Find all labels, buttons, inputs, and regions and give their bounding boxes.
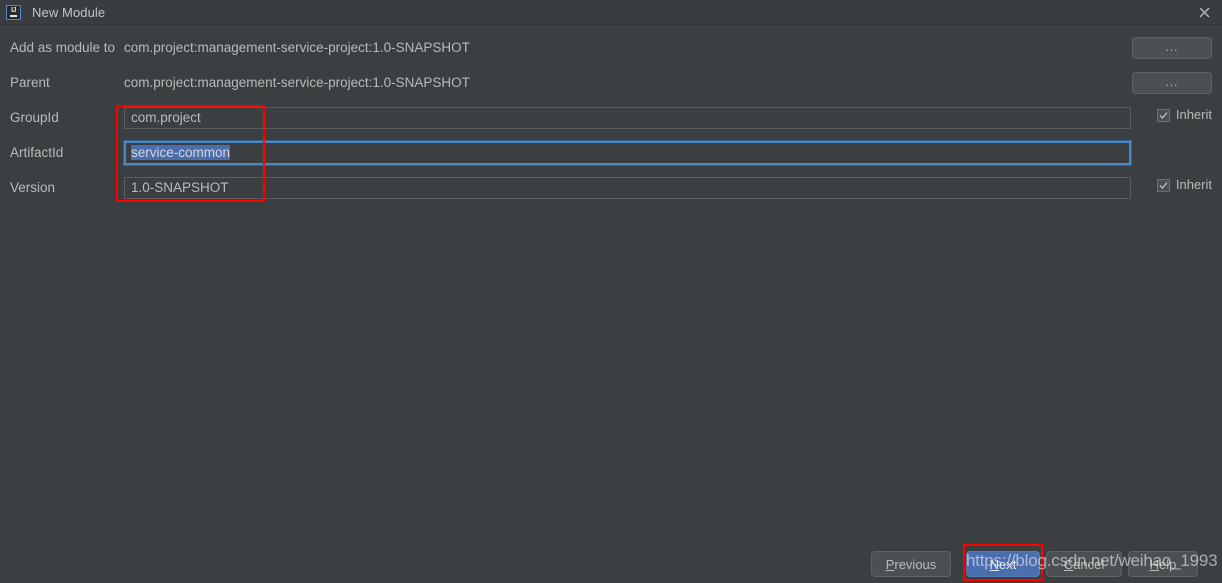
row-add-as-module-to: Add as module to com.project:management-… (0, 35, 1222, 61)
row-parent: Parent com.project:management-service-pr… (0, 70, 1222, 96)
groupid-inherit-checkbox[interactable]: Inherit (1156, 107, 1212, 123)
label-artifactid: ArtifactId (10, 145, 64, 160)
next-button-mnemonic: N (989, 556, 1000, 572)
artifactid-input-value: service-common (131, 145, 231, 160)
help-button[interactable]: Help (1128, 551, 1198, 577)
groupid-inherit-label: Inherit (1175, 107, 1212, 122)
version-inherit-checkbox[interactable]: Inherit (1156, 177, 1212, 193)
cancel-button[interactable]: Cancel (1046, 551, 1122, 577)
previous-button[interactable]: Previous (871, 551, 951, 577)
previous-button-label: revious (894, 556, 937, 572)
intellij-idea-icon-text: IJ (11, 6, 16, 14)
close-icon[interactable] (1194, 3, 1214, 21)
version-inherit-label: Inherit (1175, 177, 1212, 192)
row-artifactid: ArtifactId service-common (0, 140, 1222, 166)
browse-button-parent[interactable]: ... (1132, 72, 1212, 94)
help-button-label: elp (1159, 556, 1177, 572)
browse-button-add-as-module-to[interactable]: ... (1132, 37, 1212, 59)
label-add-as-module-to: Add as module to (10, 40, 116, 55)
label-groupid: GroupId (10, 110, 59, 125)
label-version: Version (10, 180, 56, 195)
checkbox-icon[interactable] (1156, 108, 1170, 122)
window-title: New Module (32, 4, 106, 20)
value-add-as-module-to: com.project:management-service-project:1… (124, 40, 470, 55)
label-parent: Parent (10, 75, 50, 90)
cancel-button-label: ancel (1073, 556, 1105, 572)
value-parent: com.project:management-service-project:1… (124, 75, 470, 90)
checkbox-icon[interactable] (1156, 178, 1170, 192)
title-bar: IJ New Module (0, 0, 1222, 25)
version-input-value: 1.0-SNAPSHOT (131, 180, 229, 195)
groupid-input[interactable]: com.project (124, 107, 1131, 129)
intellij-idea-icon-underline (10, 14, 17, 17)
next-button-label: ext (999, 556, 1017, 572)
version-input[interactable]: 1.0-SNAPSHOT (124, 177, 1131, 199)
intellij-idea-icon: IJ (6, 4, 21, 20)
groupid-input-value: com.project (131, 110, 201, 125)
artifactid-input[interactable]: service-common (123, 140, 1132, 166)
cancel-button-mnemonic: C (1063, 556, 1074, 572)
row-groupid: GroupId com.project Inherit (0, 105, 1222, 131)
help-button-mnemonic: H (1149, 556, 1160, 572)
next-button[interactable]: Next (966, 551, 1040, 577)
row-version: Version 1.0-SNAPSHOT Inherit (0, 175, 1222, 201)
